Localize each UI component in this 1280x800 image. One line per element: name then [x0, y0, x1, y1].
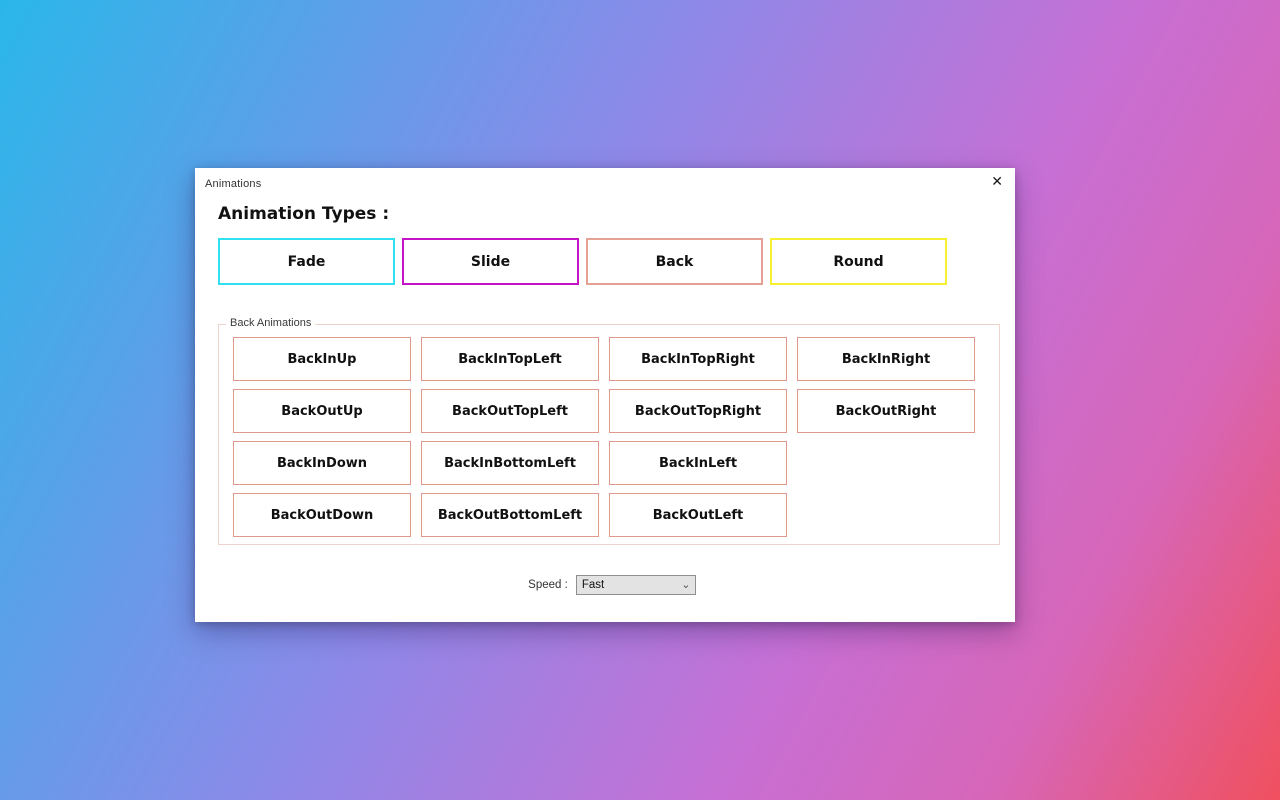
animation-button-backinup[interactable]: BackInUp — [233, 337, 411, 381]
animation-button-backoutdown[interactable]: BackOutDown — [233, 493, 411, 537]
animation-button-backinleft[interactable]: BackInLeft — [609, 441, 787, 485]
speed-select[interactable]: Fast ⌄ — [575, 575, 696, 595]
speed-selected-value: Fast — [581, 579, 605, 591]
animation-button-backintopright[interactable]: BackInTopRight — [609, 337, 787, 381]
groupbox-label: Back Animations — [226, 317, 316, 329]
animation-button-backinbottomleft[interactable]: BackInBottomLeft — [421, 441, 599, 485]
back-animations-grid: BackInUp BackInTopLeft BackInTopRight Ba… — [233, 337, 975, 537]
animation-button-backoutright[interactable]: BackOutRight — [797, 389, 975, 433]
window-title: Animations — [205, 178, 262, 190]
page-title: Animation Types : — [218, 204, 390, 224]
chevron-down-icon: ⌄ — [681, 578, 691, 591]
animation-button-backintopleft[interactable]: BackInTopLeft — [421, 337, 599, 381]
animation-button-backindown[interactable]: BackInDown — [233, 441, 411, 485]
animation-button-backouttopleft[interactable]: BackOutTopLeft — [421, 389, 599, 433]
speed-label: Speed : — [528, 579, 568, 591]
animation-button-backoutup[interactable]: BackOutUp — [233, 389, 411, 433]
back-animations-groupbox: Back Animations BackInUp BackInTopLeft B… — [218, 317, 1000, 545]
animation-button-backoutbottomleft[interactable]: BackOutBottomLeft — [421, 493, 599, 537]
speed-row: Speed : Fast ⌄ — [195, 575, 1015, 595]
type-button-fade[interactable]: Fade — [218, 238, 395, 285]
type-button-slide[interactable]: Slide — [402, 238, 579, 285]
animation-button-backoutleft[interactable]: BackOutLeft — [609, 493, 787, 537]
animation-button-backinright[interactable]: BackInRight — [797, 337, 975, 381]
animation-button-backouttopright[interactable]: BackOutTopRight — [609, 389, 787, 433]
animation-type-buttons: Fade Slide Back Round — [218, 238, 947, 285]
animations-window: Animations ✕ Animation Types : Fade Slid… — [195, 168, 1015, 622]
type-button-round[interactable]: Round — [770, 238, 947, 285]
close-icon[interactable]: ✕ — [991, 175, 1003, 189]
type-button-back[interactable]: Back — [586, 238, 763, 285]
